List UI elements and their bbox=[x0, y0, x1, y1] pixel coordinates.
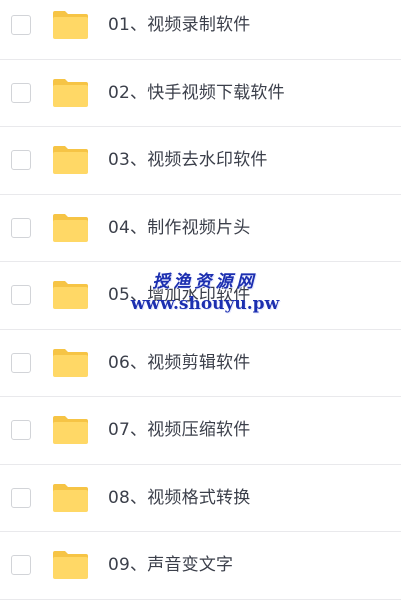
item-checkbox[interactable] bbox=[11, 487, 31, 508]
item-checkbox[interactable] bbox=[11, 150, 31, 170]
list-item[interactable]: 04、制作视频片头 bbox=[0, 195, 401, 262]
item-label: 08、视频格式转换 bbox=[108, 487, 251, 508]
item-label: 07、视频压缩软件 bbox=[108, 420, 251, 440]
item-label: 09、声音变文字 bbox=[108, 555, 234, 575]
item-checkbox[interactable] bbox=[11, 217, 31, 238]
item-checkbox[interactable] bbox=[11, 82, 31, 103]
list-item[interactable]: 01、视频录制软件 bbox=[0, 0, 401, 60]
item-label: 05、增加水印软件 bbox=[108, 285, 251, 305]
list-item[interactable]: 08、视频格式转换 bbox=[0, 465, 401, 532]
list-item[interactable]: 06、视频剪辑软件 bbox=[0, 330, 401, 397]
folder-icon bbox=[51, 144, 90, 176]
list-item[interactable]: 09、声音变文字 bbox=[0, 532, 401, 600]
item-checkbox[interactable] bbox=[11, 420, 31, 440]
list-item[interactable]: 07、视频压缩软件 bbox=[0, 397, 401, 465]
item-label: 04、制作视频片头 bbox=[108, 217, 251, 238]
item-label: 02、快手视频下载软件 bbox=[108, 82, 285, 103]
folder-icon bbox=[51, 549, 90, 581]
folder-icon bbox=[51, 212, 90, 244]
list-item[interactable]: 02、快手视频下载软件 bbox=[0, 60, 401, 127]
item-checkbox[interactable] bbox=[11, 15, 31, 35]
list-item[interactable]: 03、视频去水印软件 bbox=[0, 127, 401, 195]
folder-icon bbox=[51, 482, 90, 514]
item-checkbox[interactable] bbox=[11, 555, 31, 575]
item-checkbox[interactable] bbox=[11, 352, 31, 373]
item-label: 01、视频录制软件 bbox=[108, 15, 251, 35]
folder-list: 01、视频录制软件 02、快手视频下载软件 03、视频去水印软件 04、制作视频片头 0… bbox=[0, 0, 401, 600]
item-label: 03、视频去水印软件 bbox=[108, 150, 268, 170]
folder-icon bbox=[51, 414, 90, 446]
list-item[interactable]: 05、增加水印软件 bbox=[0, 262, 401, 330]
folder-icon bbox=[51, 279, 90, 311]
item-checkbox[interactable] bbox=[11, 285, 31, 305]
folder-icon bbox=[51, 77, 90, 109]
folder-icon bbox=[51, 9, 90, 41]
item-label: 06、视频剪辑软件 bbox=[108, 352, 251, 373]
folder-icon bbox=[51, 347, 90, 379]
